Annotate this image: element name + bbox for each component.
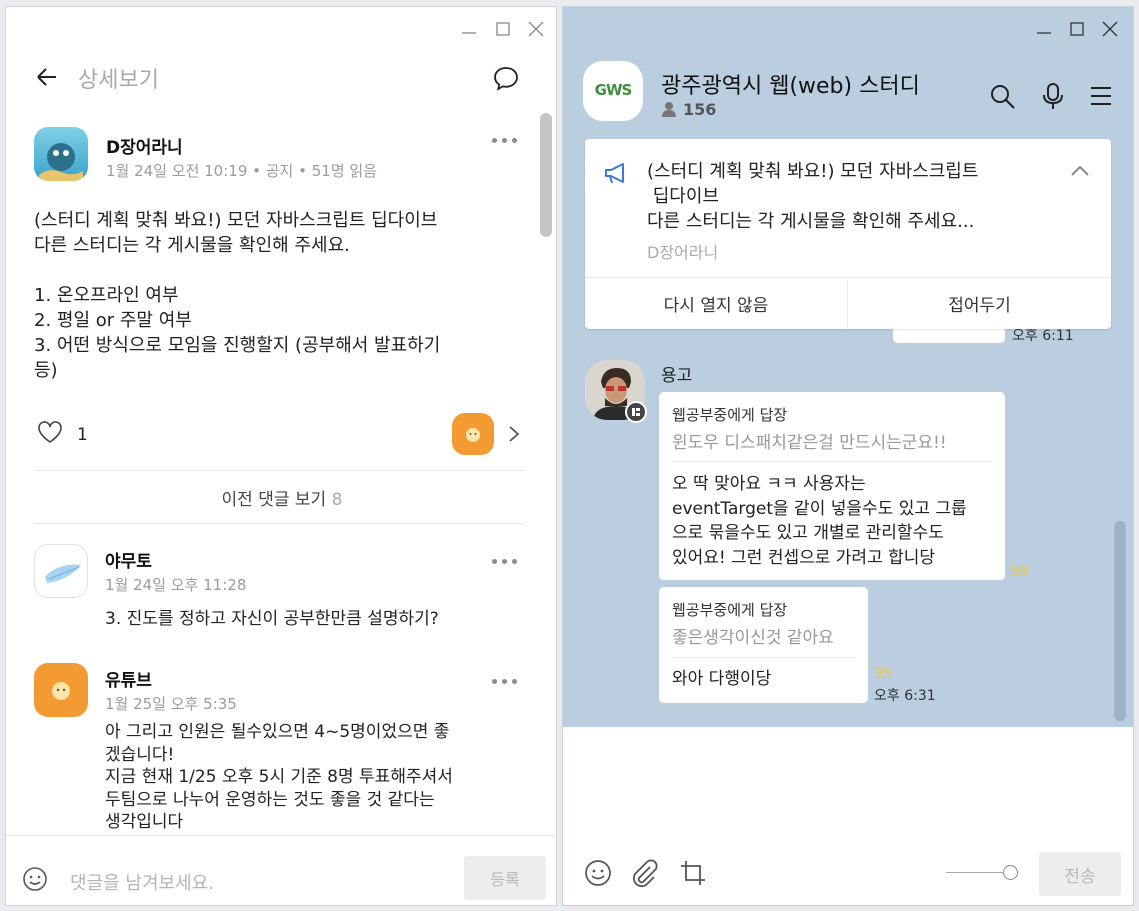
maximize-icon[interactable]	[492, 18, 514, 40]
comment-time: 1월 25일 오후 5:35	[105, 695, 237, 713]
room-logo-text: GWS	[594, 81, 633, 99]
reply-label: 웹공부중에게 답장	[672, 601, 788, 619]
never-show-button[interactable]: 다시 열지 않음	[585, 291, 847, 316]
post-line	[34, 258, 534, 283]
emoji-icon[interactable]	[584, 859, 612, 887]
sender-name: 용고	[661, 366, 693, 386]
fold-button[interactable]: 접어두기	[848, 291, 1111, 316]
slider-handle[interactable]	[1003, 865, 1018, 880]
chat-bubble-icon[interactable]	[492, 65, 520, 93]
room-logo[interactable]: GWS	[583, 61, 643, 121]
comment-author[interactable]: 유튜브	[105, 666, 152, 691]
comment-text: 아 그리고 인원은 될수있으면 4~5명이었으면 좋 겠습니다! 지금 현재 1…	[105, 721, 515, 834]
notice-line: 다른 스터디는 각 게시물을 확인해 주세요...	[647, 211, 975, 232]
more-dots-icon[interactable]	[491, 136, 521, 146]
post-detail-window: 상세보기 D장어라니 1월 24일 오전 10:19 • 공지 • 51명 읽음…	[5, 6, 557, 906]
comment-author[interactable]: 야무토	[105, 547, 152, 572]
post-line: 2. 평일 or 주말 여부	[34, 310, 192, 331]
author-avatar[interactable]	[34, 127, 88, 181]
back-arrow-icon[interactable]	[34, 65, 60, 91]
prev-comments-label: 이전 댓글 보기	[221, 490, 327, 510]
commenter-avatar[interactable]	[34, 663, 88, 717]
submit-button[interactable]: 등록	[464, 856, 546, 900]
message-line: eventTarget을 같이 넣을수도 있고 그룹	[672, 498, 967, 519]
comment-line: 아 그리고 인원은 될수있으면 4~5명이었으면 좋	[105, 722, 450, 742]
comment-text: 3. 진도를 정하고 자신이 공부한만큼 설명하기?	[105, 609, 439, 629]
maximize-icon[interactable]	[1066, 18, 1088, 40]
crop-icon[interactable]	[679, 859, 707, 887]
like-count: 1	[77, 425, 88, 445]
reply-label: 웹공부중에게 답장	[672, 406, 788, 424]
comment-input-bar: 댓글을 남겨보세요. 등록	[6, 835, 556, 905]
heart-icon[interactable]	[36, 419, 64, 445]
post-line: 다른 스터디는 각 게시물을 확인해 주세요.	[34, 235, 350, 256]
post-line: 3. 어떤 방식으로 모임을 진행할지 (공부해서 발표하기	[34, 335, 441, 356]
message-text: 오 딱 맞아요 ㅋㅋ 사용자는 eventTarget을 같이 넣을수도 있고 …	[672, 472, 997, 570]
message-text: 와아 다행이당	[672, 669, 772, 689]
notice-panel: (스터디 계획 맞춰 봐요!) 모던 자바스크립트 딥다이브 다른 스터디는 각…	[585, 139, 1111, 329]
person-icon	[661, 100, 677, 118]
close-icon[interactable]	[1099, 18, 1121, 40]
member-count: 156	[683, 100, 717, 119]
message-time: 오후 6:31	[874, 688, 936, 704]
prev-comments-count: 8	[331, 490, 343, 510]
notice-line: (스터디 계획 맞춰 봐요!) 모던 자바스크립트	[647, 161, 979, 182]
unread-count: 99	[874, 666, 892, 682]
menu-icon[interactable]	[1089, 85, 1113, 107]
comment-line: 두팀으로 나누어 운영하는 것도 좋을 것 같다는	[105, 789, 435, 810]
message-bubble[interactable]: 웹공부중에게 답장 윈도우 디스패치같은걸 만드시는군요!! 오 딱 맞아요 ㅋ…	[659, 392, 1005, 580]
notice-author: D장어라니	[647, 243, 719, 262]
message-line: 오 딱 맞아요 ㅋㅋ 사용자는	[672, 474, 866, 494]
post-meta: 1월 24일 오전 10:19 • 공지 • 51명 읽음	[106, 162, 377, 180]
scrollbar-thumb[interactable]	[1114, 521, 1126, 721]
comment-line: 지금 현재 1/25 오후 5시 기준 8명 투표해주셔서	[105, 767, 453, 787]
comment-time: 1월 24일 오후 11:28	[105, 576, 247, 594]
comment-line: 생각입니다	[105, 812, 184, 832]
emoji-icon[interactable]	[22, 866, 48, 892]
chevron-up-icon[interactable]	[1069, 163, 1091, 179]
notice-text[interactable]: (스터디 계획 맞춰 봐요!) 모던 자바스크립트 딥다이브 다른 스터디는 각…	[647, 159, 1067, 234]
opacity-slider[interactable]	[946, 872, 1010, 873]
more-dots-icon[interactable]	[491, 557, 521, 567]
post-line: 1. 온오프라인 여부	[34, 285, 179, 306]
commenter-avatar[interactable]	[34, 544, 88, 598]
room-name: 광주광역시 웹(web) 스터디	[661, 74, 920, 99]
more-dots-icon[interactable]	[491, 677, 521, 687]
minimize-icon[interactable]	[1033, 18, 1055, 40]
close-icon[interactable]	[525, 18, 547, 40]
scrollbar-thumb[interactable]	[540, 113, 552, 237]
reply-quote[interactable]: 윈도우 디스패치같은걸 만드시는군요!!	[672, 428, 947, 453]
page-title: 상세보기	[78, 68, 159, 93]
badge-icon	[625, 401, 647, 423]
post-line: (스터디 계획 맞춰 봐요!) 모던 자바스크립트 딥다이브	[34, 210, 438, 231]
unread-count: 99	[1011, 563, 1029, 579]
minimize-icon[interactable]	[458, 18, 480, 40]
message-bubble[interactable]: 웹공부중에게 답장 좋은생각이신것 같아요 와아 다행이당	[659, 587, 868, 703]
search-icon[interactable]	[989, 83, 1017, 111]
post-body: (스터디 계획 맞춰 봐요!) 모던 자바스크립트 딥다이브 다른 스터디는 각…	[34, 208, 534, 383]
send-button[interactable]: 전송	[1039, 852, 1121, 896]
comment-line: 겠습니다!	[105, 744, 175, 765]
post-line: 등)	[34, 360, 58, 381]
post-author[interactable]: D장어라니	[106, 133, 183, 158]
notice-line: 딥다이브	[647, 186, 719, 207]
megaphone-icon	[603, 161, 631, 185]
chat-input-area[interactable]: 전송	[563, 727, 1133, 905]
chevron-right-icon[interactable]	[506, 423, 522, 445]
reply-quote[interactable]: 좋은생각이신것 같아요	[672, 623, 834, 648]
paperclip-icon[interactable]	[629, 858, 659, 888]
microphone-icon[interactable]	[1039, 81, 1067, 111]
message-line: 있어요! 그런 컨셉으로 가려고 합니당	[672, 547, 936, 568]
chat-window: GWS 광주광역시 웹(web) 스터디 156 오후 6:11 (스터디 계획…	[562, 6, 1134, 906]
reader-avatar[interactable]	[452, 413, 494, 455]
prev-comments-link[interactable]: 이전 댓글 보기 8	[6, 485, 556, 510]
comment-input[interactable]: 댓글을 남겨보세요.	[70, 869, 214, 895]
message-line: 으로 묶을수도 있고 개별로 관리할수도	[672, 523, 944, 543]
